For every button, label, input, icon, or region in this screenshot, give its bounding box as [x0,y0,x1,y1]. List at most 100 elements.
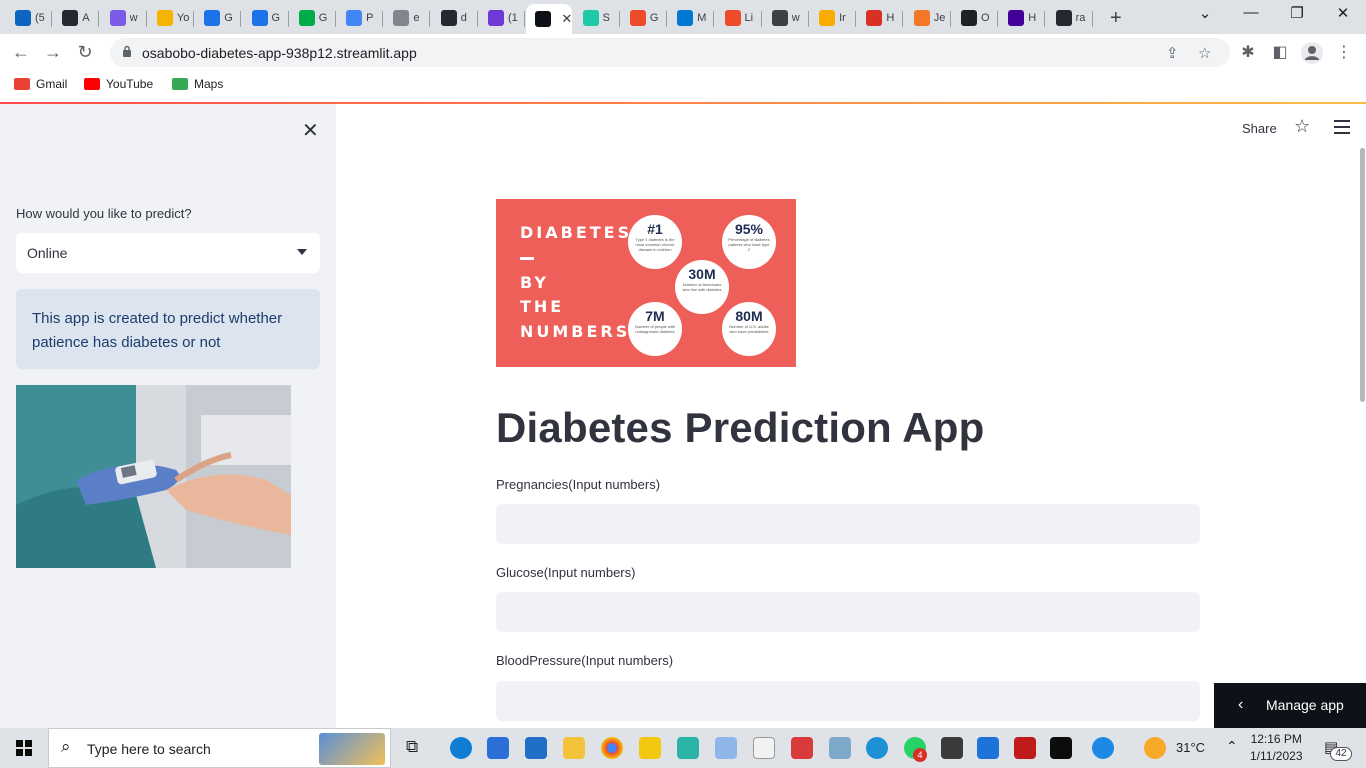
chevron-left-icon: ‹ [1238,696,1244,713]
tab-separator [240,11,242,27]
notepad-icon[interactable] [753,737,775,759]
whatsapp-badge: 4 [913,748,927,762]
filezilla-icon[interactable] [1014,737,1036,759]
browser-tab[interactable]: S [574,4,620,32]
bookmark-item[interactable]: YouTube [84,77,153,91]
address-bar[interactable]: osabobo-diabetes-app-938p12.streamlit.ap… [110,38,1230,67]
tab-separator [98,11,100,27]
browser-tab[interactable]: (1 [479,4,525,32]
browser-tab[interactable]: ra [1047,4,1093,32]
browser-tab[interactable]: H [857,4,904,32]
browser-tab[interactable]: Ir [810,4,857,32]
minimize-button[interactable]: — [1228,4,1274,21]
mail-app-icon[interactable] [525,737,547,759]
file-explorer-icon[interactable] [563,737,585,759]
browser-tab[interactable]: Yo [148,4,194,32]
close-sidebar-icon[interactable]: ✕ [302,118,319,143]
browser-tab[interactable]: w [763,4,809,32]
browser-tab-title: (1 [508,12,518,24]
main-content: Share ☆ DIABETES BY THE NUMBERS #1 Type 1… [336,104,1366,728]
globe-icon [393,10,410,26]
browser-tab[interactable]: H [999,4,1046,32]
new-tab-button[interactable]: + [1110,7,1122,30]
browser-tab[interactable]: G [621,4,667,32]
docker-icon[interactable] [866,737,888,759]
mail-icon [488,10,504,26]
share-page-icon[interactable]: ⇪ [1166,44,1179,62]
help-icon[interactable] [1092,737,1114,759]
browser-tab-title: O [981,12,990,24]
bookmark-label: YouTube [106,77,154,91]
bookmarks-bar: Gmail YouTube Maps [0,72,1366,100]
forward-icon[interactable]: → [42,42,64,63]
share-button[interactable]: Share [1242,121,1277,136]
windows-start-icon[interactable] [16,740,32,756]
browser-tab[interactable]: A [53,4,100,32]
browser-tab[interactable]: (5 [6,4,52,32]
snipping-tool-icon[interactable] [941,737,963,759]
bookmark-star-icon[interactable]: ☆ [1198,44,1211,62]
browser-tab-title: H [886,12,895,24]
browser-tab[interactable]: Li [716,4,762,32]
profile-avatar-icon[interactable] [1300,41,1324,65]
box-icon [819,10,836,26]
chevron-up-icon[interactable]: ⌃ [1226,738,1238,755]
clock[interactable]: 12:16 PM 1/11/2023 [1250,731,1303,765]
temperature-text[interactable]: 31°C [1176,740,1205,755]
chevron-down-icon [297,249,307,255]
browser-tab[interactable]: w [101,4,147,32]
tab-separator [997,11,998,27]
bot-icon [251,10,268,26]
reload-icon[interactable]: ↻ [74,42,96,63]
close-window-button[interactable]: ✕ [1320,4,1366,22]
terminal-icon[interactable] [1050,737,1072,759]
edge-icon[interactable] [450,737,472,759]
task-view-icon[interactable]: ⧉ [406,737,418,757]
arduino-icon[interactable] [677,737,699,759]
scrollbar[interactable] [1360,148,1365,402]
outlook-icon [677,10,694,26]
browser-tab[interactable]: e [384,4,431,32]
blood-pressure-input[interactable] [496,681,1200,721]
dropbox-icon[interactable] [715,737,737,759]
browser-tab-title: Yo [176,12,189,24]
favorite-star-icon[interactable]: ☆ [1294,116,1310,137]
browser-tab[interactable]: G [195,4,242,32]
glucose-input[interactable] [496,592,1200,632]
browser-tab[interactable]: O [952,4,998,32]
restore-button[interactable]: ❐ [1274,4,1320,22]
chrome-icon[interactable] [601,737,623,759]
predict-mode-select[interactable]: Online [16,233,320,273]
browser-tab[interactable]: G [243,4,289,32]
back-icon[interactable]: ← [10,42,32,63]
browser-tab[interactable]: G [290,4,336,32]
pregnancies-input[interactable] [496,504,1200,544]
browser-tab[interactable]: P [337,4,384,32]
browser-tab[interactable]: M [668,4,715,32]
store-icon[interactable] [487,737,509,759]
hamburger-menu-icon[interactable] [1334,120,1350,138]
manage-app-button[interactable]: ‹ Manage app [1214,683,1366,728]
manage-app-label: Manage app [1266,697,1344,713]
side-panel-icon[interactable]: ◧ [1270,42,1290,62]
bookmark-item[interactable]: Maps [172,77,223,91]
browser-tab-title: G [649,12,659,24]
banner-stat-circle: 95% Percentage of diabetes patients who h… [722,215,776,269]
extensions-icon[interactable]: ✱ [1238,42,1258,62]
browser-tab[interactable]: d [432,4,478,32]
taskbar-search-box[interactable]: ⌕ Type here to search [48,728,391,768]
chrome-menu-icon[interactable]: ⋮ [1334,42,1354,62]
bookmark-label: Gmail [36,77,68,91]
media-player-icon[interactable] [977,737,999,759]
browser-tab-title: H [1028,12,1037,24]
browser-tab[interactable]: ✕ [526,4,573,34]
weather-sun-icon[interactable] [1144,737,1166,759]
power-bi-icon[interactable] [639,737,661,759]
bookmark-item[interactable]: Gmail [14,77,67,91]
notes-icon[interactable] [829,737,851,759]
close-tab-icon[interactable]: ✕ [561,11,572,27]
browser-tab-title: Li [744,12,754,24]
presentation-icon[interactable] [791,737,813,759]
tab-search-icon[interactable]: ⌄ [1182,4,1228,22]
browser-tab[interactable]: Je [905,4,951,32]
